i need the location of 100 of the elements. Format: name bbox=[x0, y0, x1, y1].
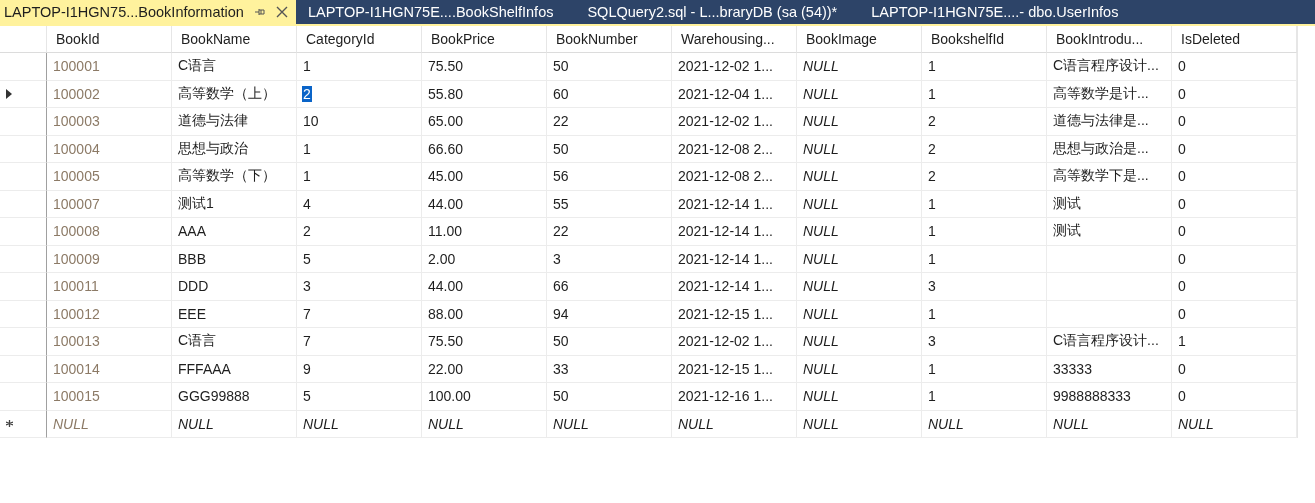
table-cell[interactable]: 1 bbox=[922, 383, 1047, 411]
table-cell[interactable]: NULL bbox=[797, 245, 922, 273]
table-cell[interactable]: 0 bbox=[1172, 135, 1297, 163]
table-cell[interactable]: C语言程序设计... bbox=[1047, 53, 1172, 81]
row-header[interactable] bbox=[0, 163, 47, 191]
table-cell[interactable]: 2021-12-02 1... bbox=[672, 328, 797, 356]
table-cell[interactable]: 2 bbox=[922, 163, 1047, 191]
table-cell[interactable]: 0 bbox=[1172, 53, 1297, 81]
table-cell[interactable]: 0 bbox=[1172, 273, 1297, 301]
table-cell[interactable]: 2021-12-14 1... bbox=[672, 190, 797, 218]
table-cell[interactable]: 7 bbox=[297, 328, 422, 356]
table-cell[interactable]: 100003 bbox=[47, 108, 172, 136]
table-cell[interactable]: 75.50 bbox=[422, 328, 547, 356]
table-cell[interactable]: NULL bbox=[797, 218, 922, 246]
row-header[interactable] bbox=[0, 383, 47, 411]
table-cell[interactable]: 22.00 bbox=[422, 355, 547, 383]
row-header[interactable] bbox=[0, 218, 47, 246]
table-cell[interactable]: 100.00 bbox=[422, 383, 547, 411]
table-cell[interactable]: 0 bbox=[1172, 190, 1297, 218]
table-cell[interactable]: 33333 bbox=[1047, 355, 1172, 383]
table-cell[interactable]: 思想与政治是... bbox=[1047, 135, 1172, 163]
table-cell[interactable]: 4 bbox=[297, 190, 422, 218]
table-cell[interactable]: NULL bbox=[797, 190, 922, 218]
table-cell[interactable]: 2021-12-14 1... bbox=[672, 245, 797, 273]
table-cell[interactable]: 3 bbox=[297, 273, 422, 301]
table-cell[interactable]: NULL bbox=[797, 80, 922, 108]
table-cell[interactable]: 100014 bbox=[47, 355, 172, 383]
table-cell[interactable]: 1 bbox=[1172, 328, 1297, 356]
table-cell[interactable]: 2 bbox=[297, 218, 422, 246]
table-cell[interactable]: 66 bbox=[547, 273, 672, 301]
pin-icon[interactable] bbox=[253, 7, 266, 17]
table-cell[interactable]: 2021-12-16 1... bbox=[672, 383, 797, 411]
table-cell[interactable]: 2021-12-02 1... bbox=[672, 108, 797, 136]
table-cell[interactable]: 66.60 bbox=[422, 135, 547, 163]
table-cell[interactable]: NULL bbox=[797, 135, 922, 163]
table-cell[interactable]: 100011 bbox=[47, 273, 172, 301]
table-cell[interactable]: 思想与政治 bbox=[172, 135, 297, 163]
table-cell[interactable]: 22 bbox=[547, 218, 672, 246]
row-header[interactable] bbox=[0, 410, 47, 438]
table-cell[interactable]: NULL bbox=[922, 410, 1047, 438]
table-cell[interactable]: 100004 bbox=[47, 135, 172, 163]
table-cell[interactable]: NULL bbox=[797, 383, 922, 411]
table-cell[interactable]: 0 bbox=[1172, 218, 1297, 246]
table-cell[interactable]: NULL bbox=[1047, 410, 1172, 438]
table-cell[interactable]: 94 bbox=[547, 300, 672, 328]
table-cell[interactable]: 100013 bbox=[47, 328, 172, 356]
row-header[interactable] bbox=[0, 80, 47, 108]
table-cell[interactable]: 56 bbox=[547, 163, 672, 191]
table-cell[interactable]: EEE bbox=[172, 300, 297, 328]
column-header[interactable]: IsDeleted bbox=[1172, 26, 1297, 53]
table-cell[interactable]: NULL bbox=[1172, 410, 1297, 438]
table-cell[interactable]: 1 bbox=[922, 190, 1047, 218]
table-cell[interactable]: 1 bbox=[922, 300, 1047, 328]
table-cell[interactable]: 2021-12-14 1... bbox=[672, 273, 797, 301]
table-cell[interactable]: 1 bbox=[922, 355, 1047, 383]
table-cell[interactable]: 高等数学（上） bbox=[172, 80, 297, 108]
table-cell[interactable]: 5 bbox=[297, 245, 422, 273]
column-header[interactable]: BookImage bbox=[797, 26, 922, 53]
table-cell[interactable]: 高等数学（下） bbox=[172, 163, 297, 191]
table-cell[interactable]: NULL bbox=[672, 410, 797, 438]
table-cell[interactable]: 2021-12-15 1... bbox=[672, 355, 797, 383]
table-cell[interactable]: NULL bbox=[47, 410, 172, 438]
table-cell[interactable]: 100009 bbox=[47, 245, 172, 273]
row-header[interactable] bbox=[0, 328, 47, 356]
table-cell[interactable]: 50 bbox=[547, 328, 672, 356]
table-cell[interactable]: 0 bbox=[1172, 300, 1297, 328]
close-icon[interactable] bbox=[275, 6, 288, 18]
document-tab[interactable]: SQLQuery2.sql - L...braryDB (sa (54))* bbox=[583, 0, 860, 24]
table-cell[interactable]: 0 bbox=[1172, 245, 1297, 273]
column-header[interactable]: BookshelfId bbox=[922, 26, 1047, 53]
table-cell[interactable]: 测试1 bbox=[172, 190, 297, 218]
table-cell[interactable]: 50 bbox=[547, 383, 672, 411]
table-cell[interactable]: 2 bbox=[922, 135, 1047, 163]
table-cell[interactable]: NULL bbox=[797, 108, 922, 136]
table-cell[interactable]: BBB bbox=[172, 245, 297, 273]
table-cell[interactable]: 75.50 bbox=[422, 53, 547, 81]
table-cell[interactable]: 45.00 bbox=[422, 163, 547, 191]
table-cell[interactable]: 2.00 bbox=[422, 245, 547, 273]
row-header[interactable] bbox=[0, 108, 47, 136]
table-cell[interactable]: 0 bbox=[1172, 355, 1297, 383]
table-cell[interactable]: 22 bbox=[547, 108, 672, 136]
table-cell[interactable]: NULL bbox=[797, 300, 922, 328]
table-cell[interactable]: NULL bbox=[797, 53, 922, 81]
column-header[interactable]: BookNumber bbox=[547, 26, 672, 53]
column-header[interactable]: CategoryId bbox=[297, 26, 422, 53]
table-cell[interactable]: 高等数学是计... bbox=[1047, 80, 1172, 108]
table-cell[interactable]: 1 bbox=[297, 163, 422, 191]
table-cell[interactable]: 50 bbox=[547, 53, 672, 81]
column-header[interactable]: BookIntrodu... bbox=[1047, 26, 1172, 53]
table-cell[interactable]: GGG99888 bbox=[172, 383, 297, 411]
table-cell[interactable]: 33 bbox=[547, 355, 672, 383]
table-cell[interactable]: NULL bbox=[297, 410, 422, 438]
table-cell[interactable]: 3 bbox=[922, 328, 1047, 356]
table-cell[interactable]: C语言 bbox=[172, 328, 297, 356]
table-cell[interactable]: NULL bbox=[422, 410, 547, 438]
table-cell[interactable]: 9988888333 bbox=[1047, 383, 1172, 411]
table-cell[interactable]: 高等数学下是... bbox=[1047, 163, 1172, 191]
table-cell[interactable]: 道德与法律 bbox=[172, 108, 297, 136]
table-cell[interactable]: 2021-12-04 1... bbox=[672, 80, 797, 108]
table-cell[interactable]: 0 bbox=[1172, 108, 1297, 136]
